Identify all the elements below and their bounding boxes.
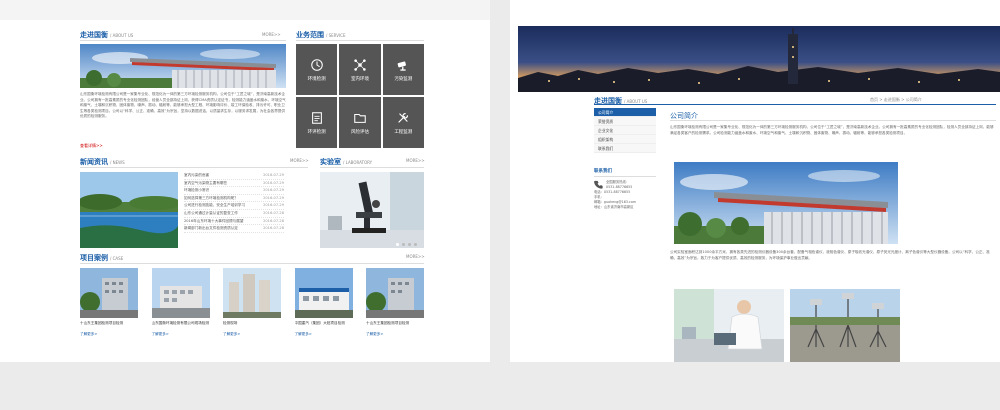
case-photo bbox=[80, 268, 138, 318]
lab-carousel-dots bbox=[396, 243, 417, 246]
divider bbox=[670, 120, 996, 121]
document-icon bbox=[311, 111, 322, 124]
divider bbox=[594, 104, 996, 105]
carousel-dot[interactable] bbox=[408, 243, 411, 246]
service-tile-pollution[interactable]: 污染监测 bbox=[382, 44, 424, 95]
divider bbox=[80, 263, 424, 264]
service-tile-label: 工程监测 bbox=[394, 129, 413, 135]
about-building-image bbox=[80, 44, 286, 88]
case-caption: 中国重汽（集团）大桩项目检测 bbox=[294, 321, 345, 325]
case-caption: 山东国衡环境检测有限公司现场检测 bbox=[151, 321, 210, 325]
contact-hotline: 全国服务热线： 0531-88776655 bbox=[594, 180, 656, 190]
cases-title: 项目案例 / CASE bbox=[80, 254, 124, 262]
case-link[interactable]: 了解更多> bbox=[295, 332, 353, 337]
service-tile-label: 环境检测 bbox=[307, 76, 326, 82]
case-link[interactable]: 了解更多> bbox=[152, 332, 210, 337]
service-tile-label: 环评检测 bbox=[307, 129, 326, 135]
case-photo bbox=[151, 268, 210, 318]
case-caption: 检测现场 bbox=[223, 321, 238, 325]
contact-title: 联系我们 bbox=[594, 168, 656, 177]
content-body: 公司实验室面积达到1000余平方米，拥有各类先进的检测仪器设备300余台套，配备… bbox=[670, 250, 990, 260]
case-link[interactable]: 了解更多> bbox=[80, 332, 138, 337]
content-intro: 山东国衡环境检测有限公司是一家集专业化、规范化为一体的第三方环境检测服务机构，公… bbox=[670, 125, 994, 135]
service-tile-eia[interactable]: 环评检测 bbox=[296, 97, 338, 148]
case-card[interactable]: 检测现场 了解更多> bbox=[223, 268, 281, 346]
sidebar-item-culture[interactable]: 企业文化 bbox=[594, 126, 656, 135]
sidebar-item-honors[interactable]: 荣誉资质 bbox=[594, 117, 656, 126]
service-tile-label: 室内环境 bbox=[350, 76, 369, 82]
city-skyline-banner bbox=[518, 26, 1000, 92]
lab-microscope-image[interactable] bbox=[320, 172, 424, 248]
divider bbox=[80, 167, 308, 168]
camera-icon bbox=[397, 60, 407, 71]
carousel-dot[interactable] bbox=[396, 243, 399, 246]
sidebar-item-profile[interactable]: 公司简介 bbox=[594, 108, 656, 117]
news-list: 室内污染的危害 2016-07-29 室内空气污染物主要有哪些 2016-07-29… bbox=[184, 172, 284, 233]
divider bbox=[80, 40, 286, 41]
tools-icon bbox=[398, 112, 409, 123]
case-caption: 十山东王集团检测项目检测 bbox=[80, 321, 124, 325]
lab-technician-image bbox=[674, 289, 784, 362]
news-item[interactable]: 如何选择第三方环境检测机构呢？ 2016-07-29 bbox=[184, 195, 284, 203]
news-item[interactable]: 环境检测小常识 2016-07-29 bbox=[184, 187, 284, 195]
sidebar-item-contact[interactable]: 联系我们 bbox=[594, 144, 656, 153]
case-photo bbox=[223, 268, 281, 318]
service-tile-label: 污染监测 bbox=[394, 76, 413, 82]
about-page-panel: 走进国衡 / ABOUT US 首页 > 走进国衡 > 公司简介 公司简介 荣誉资… bbox=[510, 0, 1000, 362]
about-detail-link[interactable]: 查看详情>> bbox=[80, 143, 103, 149]
case-photo bbox=[366, 268, 424, 318]
cases-more-link[interactable]: MORE>> bbox=[406, 254, 425, 259]
case-card[interactable]: 山东国衡环境检测有限公司现场检测 了解更多> bbox=[151, 268, 210, 346]
breadcrumb[interactable]: 首页 > 走进国衡 > 公司简介 bbox=[870, 97, 922, 103]
folder-icon bbox=[354, 113, 366, 123]
service-tile-env-test[interactable]: 环境检测 bbox=[296, 44, 338, 95]
case-card[interactable]: 十山东王集团检测项目检测 了解更多> bbox=[366, 268, 424, 346]
homepage-panel: 走进国衡 / ABOUT US MORE>> 山东国衡环境检测有限公司是一家集专业… bbox=[0, 0, 490, 362]
content-building-image bbox=[674, 162, 898, 244]
case-caption: 十山东王集团检测项目检测 bbox=[366, 321, 410, 325]
service-tile-label: 风险评估 bbox=[350, 129, 369, 135]
sidebar-item-structure[interactable]: 组织架构 bbox=[594, 135, 656, 144]
news-item[interactable]: 山东公司通过计量认证的复查工作 2016-07-28 bbox=[184, 210, 284, 218]
service-grid: 环境检测 室内环境 污染监测 环评检测 风险评估 工程监测 bbox=[296, 44, 424, 148]
outdoor-sampling-image bbox=[790, 289, 900, 362]
case-link[interactable]: 了解更多> bbox=[223, 332, 281, 337]
about-text: 山东国衡环境检测有限公司是一家集专业化、规范化为一体的第三方环境检测服务机构，公… bbox=[80, 92, 286, 118]
case-list: 十山东王集团检测项目检测 了解更多> 山东国衡环境检测有限公司现场检测 了解更多… bbox=[80, 268, 424, 346]
header-strip bbox=[0, 0, 490, 20]
service-tile-risk[interactable]: 风险评估 bbox=[339, 97, 381, 148]
about-title: 走进国衡 / ABOUT US bbox=[80, 31, 134, 39]
phone-icon bbox=[594, 180, 603, 189]
lab-title: 实验室 / LABORATORY bbox=[320, 158, 373, 166]
divider bbox=[320, 167, 424, 168]
news-item[interactable]: 2016年山东环境十大事件回顾与展望 2016-07-28 bbox=[184, 218, 284, 226]
news-title: 新闻资讯 / NEWS bbox=[80, 158, 125, 166]
contact-line: 地址：山东省济南市高新区 bbox=[594, 205, 634, 209]
carousel-dot[interactable] bbox=[402, 243, 405, 246]
divider bbox=[296, 40, 424, 41]
news-item[interactable]: 新闻部门新出台文件检测资质认定 2016-07-28 bbox=[184, 225, 284, 233]
carousel-dot[interactable] bbox=[414, 243, 417, 246]
lab-more-link[interactable]: MORE>> bbox=[406, 158, 425, 163]
case-card[interactable]: 十山东王集团检测项目检测 了解更多> bbox=[80, 268, 138, 346]
service-title: 业务范围 / SERVICE bbox=[296, 31, 346, 39]
news-lake-image[interactable] bbox=[78, 172, 181, 248]
service-tile-engineering[interactable]: 工程监测 bbox=[382, 97, 424, 148]
news-item[interactable]: 公司进行检测技能、安全生产培训学习 2016-07-29 bbox=[184, 202, 284, 210]
case-photo bbox=[294, 268, 353, 318]
about-more-link[interactable]: MORE>> bbox=[262, 32, 281, 37]
service-tile-indoor[interactable]: 室内环境 bbox=[339, 44, 381, 95]
network-icon bbox=[354, 58, 366, 71]
sidebar-menu: 公司简介 荣誉资质 企业文化 组织架构 联系我们 bbox=[594, 108, 656, 153]
case-link[interactable]: 了解更多> bbox=[366, 332, 424, 337]
case-card[interactable]: 中国重汽（集团）大桩项目检测 了解更多> bbox=[294, 268, 353, 346]
clock-icon bbox=[310, 58, 323, 71]
contact-box: 联系我们 全国服务热线： 0531-88776655 电话：0531-88776… bbox=[594, 168, 656, 210]
news-more-link[interactable]: MORE>> bbox=[290, 158, 309, 163]
news-item[interactable]: 室内污染的危害 2016-07-29 bbox=[184, 172, 284, 180]
news-item[interactable]: 室内空气污染物主要有哪些 2016-07-29 bbox=[184, 180, 284, 188]
